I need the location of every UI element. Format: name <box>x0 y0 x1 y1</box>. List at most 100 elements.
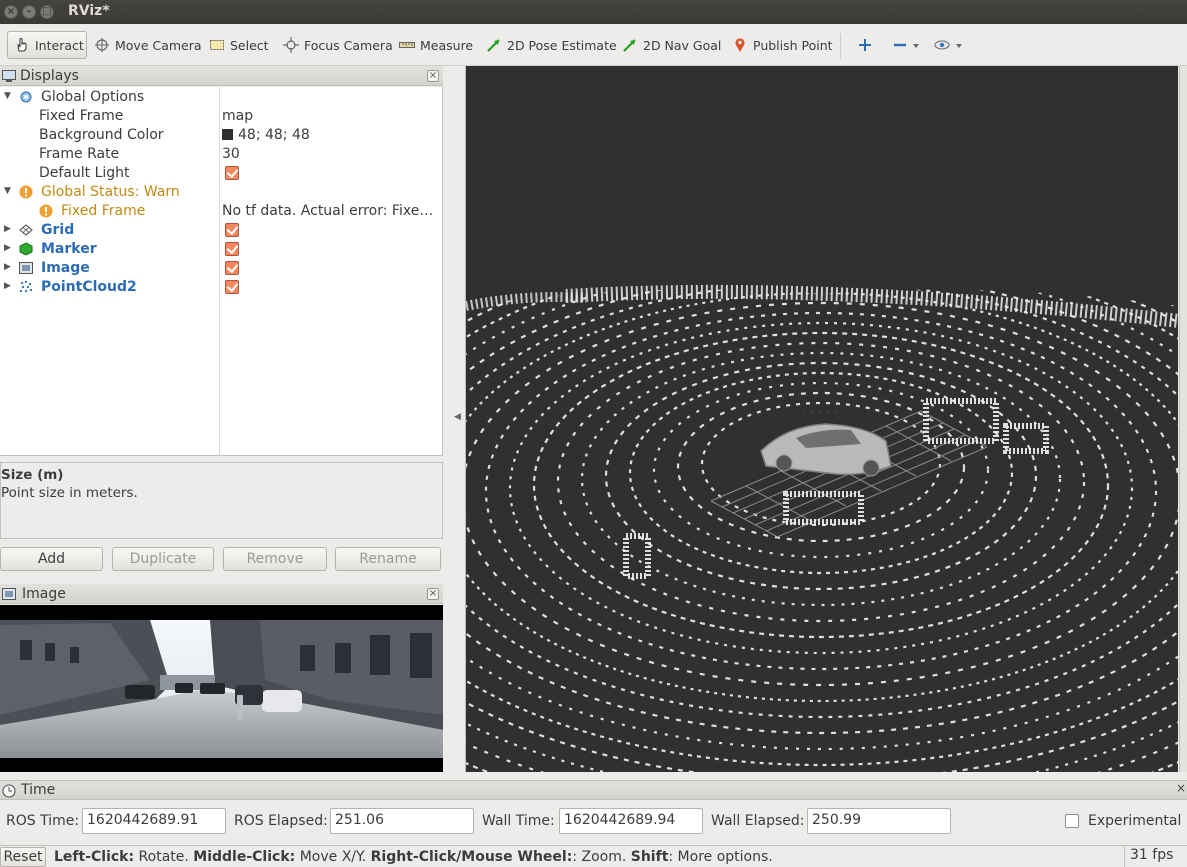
move-camera-tool-button[interactable]: Move Camera <box>88 31 208 59</box>
reset-button[interactable]: Reset <box>0 847 46 867</box>
image-enabled-checkbox[interactable] <box>225 261 239 275</box>
warning-icon <box>19 185 33 199</box>
collapsed-arrow-icon[interactable]: ▶ <box>4 262 11 272</box>
collapsed-arrow-icon[interactable]: ▶ <box>4 224 11 234</box>
ros-time-field[interactable]: 1620442689.91 <box>82 808 226 834</box>
tree-row-frame-rate[interactable]: Frame Rate 30 <box>0 145 442 164</box>
frame-rate-value[interactable]: 30 <box>222 146 437 162</box>
collapsed-arrow-icon[interactable]: ▶ <box>4 243 11 253</box>
tree-row-global-options[interactable]: ▼ Global Options <box>0 88 442 107</box>
move-camera-icon <box>95 38 109 52</box>
object-point-cluster <box>1003 423 1049 454</box>
image-display-label: Image <box>41 260 90 276</box>
ros-elapsed-field[interactable]: 251.06 <box>330 808 474 834</box>
measure-tool-button[interactable]: Measure <box>393 31 479 59</box>
close-window-button[interactable]: × <box>4 5 18 19</box>
tree-row-background-color[interactable]: Background Color 48; 48; 48 <box>0 126 442 145</box>
rename-display-button[interactable]: Rename <box>335 547 441 571</box>
collapse-left-dock-handle[interactable]: ◀ <box>454 412 461 422</box>
remove-tool-menu-button[interactable] <box>887 31 926 59</box>
view-options-menu-button[interactable] <box>928 31 969 59</box>
select-box-icon <box>210 40 224 50</box>
add-display-button[interactable]: Add <box>0 547 103 571</box>
focus-camera-tool-button[interactable]: Focus Camera <box>277 31 399 59</box>
tree-row-marker[interactable]: ▶ Marker <box>0 240 442 259</box>
eye-icon <box>934 40 950 50</box>
displays-panel-header: Displays × <box>0 66 443 86</box>
expanded-arrow-icon[interactable]: ▼ <box>4 91 11 101</box>
warning-icon <box>39 204 53 218</box>
ruler-icon <box>399 42 415 48</box>
close-image-panel-button[interactable]: × <box>427 588 439 600</box>
tree-row-image[interactable]: ▶ Image <box>0 259 442 278</box>
minimize-window-button[interactable]: – <box>22 5 36 19</box>
wall-elapsed-label: Wall Elapsed: <box>711 813 805 829</box>
select-tool-button[interactable]: Select <box>203 31 275 59</box>
status-fixed-frame-label: Fixed Frame <box>61 203 146 219</box>
map-pin-icon <box>735 38 745 52</box>
hand-pointer-icon <box>17 38 27 52</box>
plus-icon <box>859 39 871 51</box>
focus-camera-icon <box>283 37 299 53</box>
displays-panel-title: Displays <box>20 67 79 84</box>
background-color-label: Background Color <box>39 127 164 143</box>
background-color-value: 48; 48; 48 <box>238 127 310 143</box>
property-title: Size (m) <box>1 467 64 483</box>
tree-row-fixed-frame[interactable]: Fixed Frame map <box>0 107 442 126</box>
global-status-label: Global Status: Warn <box>41 184 180 200</box>
3d-render-viewport[interactable] <box>465 66 1178 772</box>
2d-nav-goal-tool-button[interactable]: 2D Nav Goal <box>616 31 727 59</box>
wall-elapsed-field[interactable]: 250.99 <box>807 808 951 834</box>
status-fixed-frame-message: No tf data. Actual error: Fixe… <box>222 203 434 219</box>
default-light-checkbox[interactable] <box>225 166 239 180</box>
right-dock-collapsed[interactable] <box>1179 66 1187 772</box>
expanded-arrow-icon[interactable]: ▼ <box>4 186 11 196</box>
object-point-cluster <box>623 533 651 579</box>
fixed-frame-value[interactable]: map <box>222 108 437 124</box>
street-camera-image <box>0 605 443 772</box>
remove-display-button[interactable]: Remove <box>223 547 327 571</box>
tree-row-global-status[interactable]: ▼ Global Status: Warn <box>0 183 442 202</box>
time-panel-title: Time <box>21 782 56 798</box>
interact-tool-button[interactable]: Interact <box>7 31 87 59</box>
grid-enabled-checkbox[interactable] <box>225 223 239 237</box>
background-color-value-cell[interactable]: 48; 48; 48 <box>222 127 437 143</box>
2d-nav-goal-label: 2D Nav Goal <box>643 37 722 53</box>
close-time-panel-button[interactable]: × <box>1176 781 1186 795</box>
monitor-icon <box>2 69 16 82</box>
hint-rotate: Rotate. <box>134 849 194 865</box>
publish-point-tool-button[interactable]: Publish Point <box>726 31 839 59</box>
tree-row-pointcloud2[interactable]: ▶ PointCloud2 <box>0 278 442 297</box>
wall-time-label: Wall Time: <box>482 813 555 829</box>
hint-move: Move X/Y. <box>295 849 371 865</box>
measure-label: Measure <box>420 37 474 53</box>
experimental-checkbox[interactable] <box>1065 814 1079 828</box>
focus-camera-label: Focus Camera <box>304 37 393 53</box>
2d-pose-estimate-tool-button[interactable]: 2D Pose Estimate <box>480 31 623 59</box>
pointcloud2-enabled-checkbox[interactable] <box>225 280 239 294</box>
marker-display-label: Marker <box>41 241 97 257</box>
gear-icon <box>20 91 32 103</box>
add-tool-button[interactable] <box>852 31 878 59</box>
fps-counter: 31 fps <box>1124 846 1174 867</box>
maximize-window-button[interactable]: □ <box>40 5 54 19</box>
chevron-down-icon <box>913 44 919 48</box>
wall-time-field[interactable]: 1620442689.94 <box>559 808 703 834</box>
marker-enabled-checkbox[interactable] <box>225 242 239 256</box>
grid-display-label: Grid <box>41 222 75 238</box>
hint-zoom: : Zoom. <box>572 849 631 865</box>
tree-row-status-fixed-frame[interactable]: Fixed Frame No tf data. Actual error: Fi… <box>0 202 442 221</box>
collapsed-arrow-icon[interactable]: ▶ <box>4 281 11 291</box>
mouse-hint-text: Left-Click: Rotate. Middle-Click: Move X… <box>54 849 773 865</box>
tree-row-grid[interactable]: ▶ Grid <box>0 221 442 240</box>
close-displays-panel-button[interactable]: × <box>427 70 439 82</box>
experimental-label: Experimental <box>1088 813 1182 829</box>
status-bar: Reset Left-Click: Rotate. Middle-Click: … <box>0 845 1187 867</box>
property-description-box: Size (m) Point size in meters. <box>0 462 443 539</box>
image-panel-header: Image × <box>0 584 443 604</box>
main-toolbar: Interact Move Camera Select Focus Camera… <box>0 25 1187 66</box>
tree-row-default-light[interactable]: Default Light <box>0 164 442 183</box>
hint-left-click: Left-Click: <box>54 849 135 865</box>
hint-middle-click: Middle-Click: <box>193 849 296 865</box>
duplicate-display-button[interactable]: Duplicate <box>112 547 214 571</box>
